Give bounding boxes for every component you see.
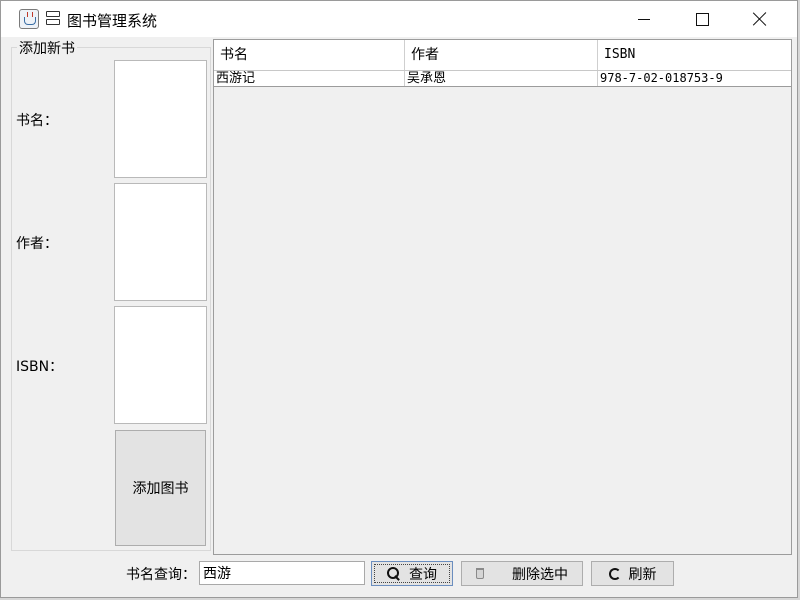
maximize-icon	[695, 12, 709, 26]
query-button[interactable]: 查询	[371, 561, 453, 586]
delete-selected-button[interactable]: 删除选中	[461, 561, 583, 586]
title-label: 书名：	[16, 113, 58, 129]
cell-title: 西游记	[214, 71, 405, 86]
cell-isbn: 978-7-02-018753-9	[600, 71, 723, 85]
search-icon	[387, 566, 401, 581]
window-title: 图书管理系统	[67, 12, 158, 30]
author-field[interactable]	[114, 183, 207, 301]
refresh-icon	[608, 567, 621, 580]
query-button-label: 查询	[409, 566, 437, 583]
refresh-button[interactable]: 刷新	[591, 561, 674, 586]
title-bar: 图书管理系统	[1, 1, 797, 37]
search-input[interactable]	[199, 561, 365, 585]
books-table: 书名 作者 ISBN 西游记 吴承恩 978-7-02-018753-9	[213, 39, 792, 555]
search-label: 书名查询：	[126, 567, 196, 583]
delete-button-label: 删除选中	[512, 566, 568, 583]
author-label: 作者：	[16, 236, 58, 252]
maximize-button[interactable]	[673, 1, 731, 37]
close-button[interactable]	[731, 1, 789, 37]
add-book-button[interactable]: 添加图书	[115, 430, 206, 546]
isbn-field[interactable]	[114, 306, 207, 424]
cell-author: 吴承恩	[405, 71, 598, 86]
add-book-panel-title: 添加新书	[17, 38, 77, 58]
column-header-author[interactable]: 作者	[405, 40, 598, 70]
refresh-button-label: 刷新	[628, 566, 657, 583]
column-header-title[interactable]: 书名	[214, 40, 405, 70]
column-header-isbn[interactable]: ISBN	[598, 40, 791, 70]
books-icon	[45, 10, 63, 28]
main-window: 图书管理系统 添加新书 书名： 作者： ISBN： 添加图书 书名 作者 ISB…	[0, 0, 798, 598]
close-icon	[753, 12, 767, 26]
java-cup-icon	[19, 9, 39, 29]
table-row[interactable]: 西游记 吴承恩 978-7-02-018753-9	[214, 71, 791, 87]
minimize-icon	[638, 18, 650, 20]
minimize-button[interactable]	[615, 1, 673, 37]
trash-icon	[476, 568, 484, 579]
title-field[interactable]	[114, 60, 207, 178]
isbn-label: ISBN：	[16, 359, 64, 375]
table-header: 书名 作者 ISBN	[214, 40, 791, 71]
